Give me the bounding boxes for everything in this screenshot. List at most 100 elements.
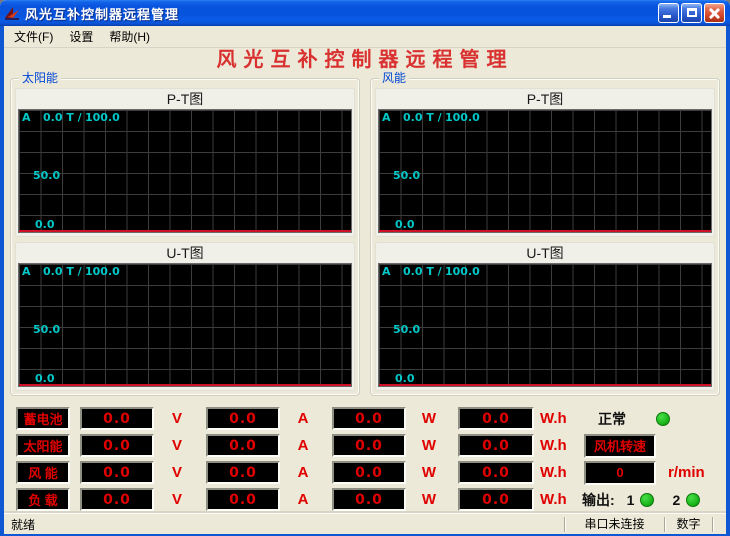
zero-trace-line — [379, 230, 711, 232]
solar-voltage-display: 0.0 — [80, 434, 154, 457]
axis-x-scale: 0.0 T / — [403, 265, 442, 278]
window-title: 风光互补控制器远程管理 — [25, 4, 658, 23]
unit-watthour: W.h — [540, 410, 576, 427]
menu-settings[interactable]: 设置 — [61, 26, 101, 47]
minimize-icon — [663, 15, 671, 18]
axis-y-max: 100.0 — [85, 111, 120, 124]
unit-amp: A — [288, 437, 318, 454]
wind-pt-panel: P-T图 A 0.0 T / 100.0 50.0 0.0 — [375, 88, 715, 237]
group-wind-label: 风能 — [379, 71, 409, 85]
axis-y-max: 100.0 — [445, 265, 480, 278]
axis-channel-label: A — [382, 111, 391, 124]
status-serial: 串口未连接 — [564, 517, 664, 532]
solar-energy-display: 0.0 — [458, 434, 534, 457]
axis-channel-label: A — [22, 111, 31, 124]
output-1-number: 1 — [627, 492, 635, 508]
axis-channel-label: A — [382, 265, 391, 278]
app-icon — [4, 5, 21, 21]
axis-channel-label: A — [22, 265, 31, 278]
axis-x-scale: 0.0 T / — [43, 265, 82, 278]
axis-y-mid: 50.0 — [393, 323, 420, 336]
maximize-icon — [687, 8, 697, 17]
wind-voltage-display: 0.0 — [80, 461, 154, 484]
battery-power-display: 0.0 — [332, 407, 406, 430]
unit-watt: W — [414, 491, 444, 508]
reading-row-battery: 蓄电池 0.0 V 0.0 A 0.0 W 0.0 W.h 正常 — [10, 405, 720, 432]
solar-ut-panel: U-T图 A 0.0 T / 100.0 50.0 0.0 — [15, 242, 355, 391]
solar-pt-title: P-T图 — [18, 90, 352, 109]
solar-ut-chart: A 0.0 T / 100.0 50.0 0.0 — [18, 263, 352, 387]
unit-watthour: W.h — [540, 464, 576, 481]
group-solar-label: 太阳能 — [19, 71, 61, 85]
readings-panel: 蓄电池 0.0 V 0.0 A 0.0 W 0.0 W.h 正常 太阳能 — [10, 405, 720, 513]
unit-volt: V — [162, 410, 192, 427]
status-ready: 就绪 — [4, 516, 564, 533]
titlebar: 风光互补控制器远程管理 — [0, 0, 730, 26]
solar-ut-title: U-T图 — [18, 244, 352, 263]
unit-watt: W — [414, 437, 444, 454]
unit-volt: V — [162, 437, 192, 454]
reading-row-solar: 太阳能 0.0 V 0.0 A 0.0 W 0.0 W.h 风机转速 — [10, 432, 720, 459]
zero-trace-line — [379, 384, 711, 386]
window-frame: 文件(F) 设置 帮助(H) 风光互补控制器远程管理 太阳能 P-T图 A 0.… — [0, 26, 730, 536]
axis-y-mid: 50.0 — [33, 323, 60, 336]
client-area: 风光互补控制器远程管理 太阳能 P-T图 A 0.0 T / 100.0 50.… — [4, 48, 726, 513]
unit-watthour: W.h — [540, 437, 576, 454]
wind-energy-display: 0.0 — [458, 461, 534, 484]
status-normal-label: 正常 — [598, 409, 626, 429]
minimize-button[interactable] — [658, 3, 679, 23]
group-solar: 太阳能 P-T图 A 0.0 T / 100.0 50.0 0.0 — [10, 78, 360, 396]
unit-amp: A — [288, 410, 318, 427]
output-2-indicator — [686, 493, 700, 507]
zero-trace-line — [19, 384, 351, 386]
unit-volt: V — [162, 491, 192, 508]
axis-y-max: 100.0 — [85, 265, 120, 278]
group-wind: 风能 P-T图 A 0.0 T / 100.0 50.0 0.0 — [370, 78, 720, 396]
load-label: 负 载 — [16, 488, 70, 511]
wind-ut-title: U-T图 — [378, 244, 712, 263]
solar-label: 太阳能 — [16, 434, 70, 457]
menu-file[interactable]: 文件(F) — [6, 26, 61, 47]
wind-pt-chart: A 0.0 T / 100.0 50.0 0.0 — [378, 109, 712, 233]
unit-amp: A — [288, 491, 318, 508]
wind-current-display: 0.0 — [206, 461, 280, 484]
unit-volt: V — [162, 464, 192, 481]
wind-label: 风 能 — [16, 461, 70, 484]
wind-ut-chart: A 0.0 T / 100.0 50.0 0.0 — [378, 263, 712, 387]
output-1-indicator — [640, 493, 654, 507]
fan-speed-label: 风机转速 — [584, 434, 656, 458]
statusbar: 就绪 串口未连接 数字 — [4, 513, 726, 534]
axis-y-max: 100.0 — [445, 111, 480, 124]
axis-x-scale: 0.0 T / — [403, 111, 442, 124]
battery-voltage-display: 0.0 — [80, 407, 154, 430]
load-energy-display: 0.0 — [458, 488, 534, 511]
battery-energy-display: 0.0 — [458, 407, 534, 430]
solar-pt-chart: A 0.0 T / 100.0 50.0 0.0 — [18, 109, 352, 233]
output-2-number: 2 — [672, 492, 680, 508]
solar-pt-panel: P-T图 A 0.0 T / 100.0 50.0 0.0 — [15, 88, 355, 237]
close-button[interactable] — [704, 3, 725, 23]
axis-y-mid: 50.0 — [393, 169, 420, 182]
battery-current-display: 0.0 — [206, 407, 280, 430]
load-current-display: 0.0 — [206, 488, 280, 511]
maximize-button[interactable] — [681, 3, 702, 23]
menubar: 文件(F) 设置 帮助(H) — [4, 26, 726, 48]
unit-watthour: W.h — [540, 491, 576, 508]
reading-row-wind: 风 能 0.0 V 0.0 A 0.0 W 0.0 W.h 0 r/min — [10, 459, 720, 486]
app-window: 风光互补控制器远程管理 文件(F) 设置 帮助(H) 风光互补控制器远程管理 太… — [0, 0, 730, 536]
status-tail-pane — [712, 517, 726, 532]
battery-label: 蓄电池 — [16, 407, 70, 430]
wind-pt-title: P-T图 — [378, 90, 712, 109]
unit-watt: W — [414, 464, 444, 481]
reading-row-load: 负 载 0.0 V 0.0 A 0.0 W 0.0 W.h 输出: 1 2 — [10, 486, 720, 513]
normal-indicator — [656, 412, 670, 426]
status-numlock: 数字 — [664, 517, 712, 532]
menu-help[interactable]: 帮助(H) — [101, 26, 158, 47]
page-title: 风光互补控制器远程管理 — [10, 48, 720, 72]
load-voltage-display: 0.0 — [80, 488, 154, 511]
solar-current-display: 0.0 — [206, 434, 280, 457]
load-power-display: 0.0 — [332, 488, 406, 511]
wind-power-display: 0.0 — [332, 461, 406, 484]
axis-x-scale: 0.0 T / — [43, 111, 82, 124]
wind-ut-panel: U-T图 A 0.0 T / 100.0 50.0 0.0 — [375, 242, 715, 391]
